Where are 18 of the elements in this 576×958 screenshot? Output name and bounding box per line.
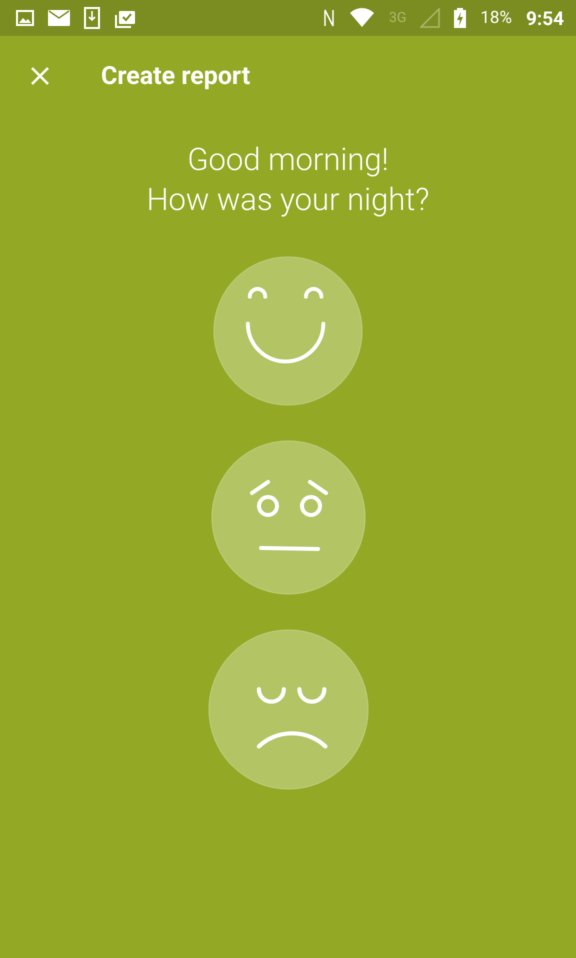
clock: 9:54 — [526, 6, 564, 30]
mail-icon — [48, 10, 70, 26]
greeting-text: How was your night? — [146, 180, 430, 220]
signal-icon — [420, 8, 440, 28]
neutral-face-button[interactable] — [210, 440, 366, 595]
sad-face-button[interactable] — [208, 629, 368, 790]
image-icon — [16, 10, 34, 26]
wifi-icon — [348, 8, 375, 28]
happy-face-button[interactable] — [213, 256, 363, 406]
network-type: 3G — [388, 10, 406, 26]
download-icon — [84, 7, 100, 29]
clipboard-check-icon — [114, 8, 136, 28]
screen-title: Create report — [101, 62, 250, 90]
battery-icon — [454, 8, 466, 28]
battery-percent: 18% — [480, 8, 512, 28]
greeting-text: Good morning! — [187, 140, 389, 180]
nfc-icon — [322, 8, 335, 28]
close-icon — [30, 66, 50, 86]
